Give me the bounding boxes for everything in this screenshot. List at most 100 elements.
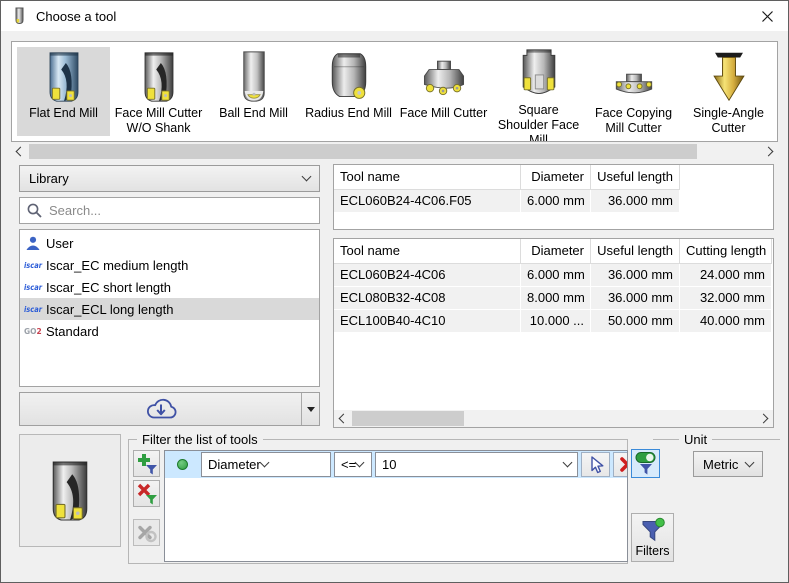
tree-item-label: Standard (46, 324, 99, 339)
scroll-left-icon[interactable] (11, 143, 27, 160)
table-cell: 50.000 mm (591, 310, 680, 333)
filter-field-combo[interactable]: Diameter (201, 452, 331, 477)
tool-type-flat-end-mill[interactable]: Flat End Mill (17, 47, 110, 136)
table-cell: 40.000 mm (680, 310, 772, 333)
column-header-useful-length[interactable]: Useful length (591, 239, 680, 264)
dropdown-arrow-icon (307, 407, 315, 412)
table-cell: 6.000 mm (521, 190, 591, 213)
table-cell: ECL100B40-4C10 (334, 310, 521, 333)
tree-item-user[interactable]: User (20, 232, 319, 254)
tool-type-square-shoulder-face-mill[interactable]: Square Shoulder Face Mill (492, 47, 585, 136)
library-source-combo[interactable]: Library (19, 165, 320, 192)
tool-type-face-mill-cutter-w-o-shank[interactable]: Face Mill Cutter W/O Shank (112, 47, 205, 136)
table-row[interactable]: ECL060B24-4C066.000 mm36.000 mm24.000 mm (334, 264, 773, 287)
remove-filter-button[interactable] (133, 480, 160, 507)
tool-type-face-mill-cutter[interactable]: Face Mill Cutter (397, 47, 490, 136)
selected-tool-table: Tool nameDiameterUseful lengthECL060B24-… (333, 164, 774, 230)
tool-type-label: Flat End Mill (29, 106, 98, 121)
column-header-diameter[interactable]: Diameter (521, 239, 591, 264)
tree-item-label: Iscar_EC medium length (46, 258, 188, 273)
scroll-right-icon[interactable] (762, 143, 778, 160)
table-row[interactable]: ECL060B24-4C06.F056.000 mm36.000 mm (334, 190, 773, 213)
table-cell: 6.000 mm (521, 264, 591, 287)
tree-item-label: User (46, 236, 73, 251)
unit-combo[interactable]: Metric (693, 451, 763, 477)
scrollbar-thumb[interactable] (352, 411, 464, 426)
flat-end-mill-icon (39, 47, 89, 104)
delete-filter-value-button[interactable] (613, 452, 628, 477)
filter-row[interactable]: Diameter <= (165, 451, 627, 478)
column-header-cutting-length[interactable]: Cutting length (680, 239, 772, 264)
tool-type-label: Face Copying Mill Cutter (587, 106, 680, 136)
chevron-down-icon (745, 457, 755, 467)
tool-type-label: Square Shoulder Face Mill (492, 103, 585, 142)
user-icon (20, 235, 46, 251)
table-cell: 8.000 mm (521, 287, 591, 310)
tools-table-scrollbar[interactable] (334, 410, 773, 427)
tree-item-iscar-ec-short-length[interactable]: iscar Iscar_EC short length (20, 276, 319, 298)
face-copying-mill-cutter-icon (609, 47, 659, 104)
header-filler (680, 165, 773, 190)
header-filler (772, 239, 774, 264)
add-filter-button[interactable] (133, 450, 160, 477)
face-mill-cutter-icon (419, 47, 469, 104)
cursor-icon (586, 455, 606, 475)
table-row[interactable]: ECL080B32-4C088.000 mm36.000 mm32.000 mm (334, 287, 773, 310)
svg-text:iscar: iscar (24, 261, 43, 270)
endmill-gray-icon (134, 47, 184, 104)
single-angle-cutter-icon (704, 47, 754, 104)
filter-operator-combo[interactable]: <= (334, 452, 372, 477)
tool-type-label: Ball End Mill (219, 106, 288, 121)
tree-item-iscar-ecl-long-length[interactable]: iscar Iscar_ECL long length (20, 298, 319, 320)
column-header-tool-name[interactable]: Tool name (334, 165, 521, 190)
svg-text:iscar: iscar (24, 305, 43, 314)
title-bar: Choose a tool (1, 1, 788, 31)
tree-item-label: Iscar_ECL long length (46, 302, 173, 317)
scroll-left-icon[interactable] (334, 410, 350, 427)
table-cell: 36.000 mm (591, 264, 680, 287)
unlink-button[interactable] (133, 519, 160, 546)
tool-type-label: Single-Angle Cutter (682, 106, 775, 136)
tool-strip-scrollbar[interactable] (11, 143, 778, 160)
column-header-diameter[interactable]: Diameter (521, 165, 591, 190)
tool-type-ball-end-mill[interactable]: Ball End Mill (207, 47, 300, 136)
tool-type-single-angle-cutter[interactable]: Single-Angle Cutter (682, 47, 775, 136)
ball-end-mill-icon (229, 47, 279, 104)
tree-item-standard[interactable]: GO2 Standard (20, 320, 319, 342)
filter-list: Diameter <= (164, 450, 628, 562)
tool-type-label: Face Mill Cutter (400, 106, 488, 121)
chevron-down-icon (563, 458, 573, 468)
table-cell: 36.000 mm (591, 287, 680, 310)
library-tree: User iscar Iscar_EC medium length iscar … (19, 229, 320, 387)
scrollbar-thumb[interactable] (29, 144, 697, 159)
tool-preview (19, 434, 121, 547)
chevron-down-icon (355, 458, 365, 468)
download-from-cloud-button[interactable] (19, 392, 320, 426)
filters-icon (640, 517, 666, 543)
red-x-icon (618, 455, 628, 474)
broken-link-icon (136, 523, 157, 543)
cloud-download-icon (145, 397, 177, 421)
tools-list-table: Tool nameDiameterUseful lengthCutting le… (333, 238, 774, 428)
go2-logo-icon: GO2 (20, 326, 46, 336)
pick-value-button[interactable] (581, 452, 610, 477)
download-options-dropdown[interactable] (301, 393, 319, 425)
scroll-right-icon[interactable] (757, 410, 773, 427)
table-row[interactable]: ECL100B40-4C1010.000 ...50.000 mm40.000 … (334, 310, 773, 333)
column-header-tool-name[interactable]: Tool name (334, 239, 521, 264)
tree-item-iscar-ec-medium-length[interactable]: iscar Iscar_EC medium length (20, 254, 319, 276)
filter-value-input[interactable] (376, 457, 564, 472)
remove-filter-icon (136, 482, 158, 505)
table-cell: ECL060B24-4C06 (334, 264, 521, 287)
close-icon (761, 10, 774, 23)
close-button[interactable] (754, 5, 780, 27)
table-cell: 10.000 ... (521, 310, 591, 333)
column-header-useful-length[interactable]: Useful length (591, 165, 680, 190)
filters-button[interactable]: Filters (631, 513, 674, 562)
search-input[interactable] (49, 203, 312, 218)
tool-type-face-copying-mill-cutter[interactable]: Face Copying Mill Cutter (587, 47, 680, 136)
tool-type-strip: Flat End Mill Face Mill Cutter W/O Shank… (11, 41, 778, 142)
chevron-down-icon (302, 172, 312, 182)
tool-type-radius-end-mill[interactable]: Radius End Mill (302, 47, 395, 136)
filter-value-combo[interactable] (375, 452, 578, 477)
